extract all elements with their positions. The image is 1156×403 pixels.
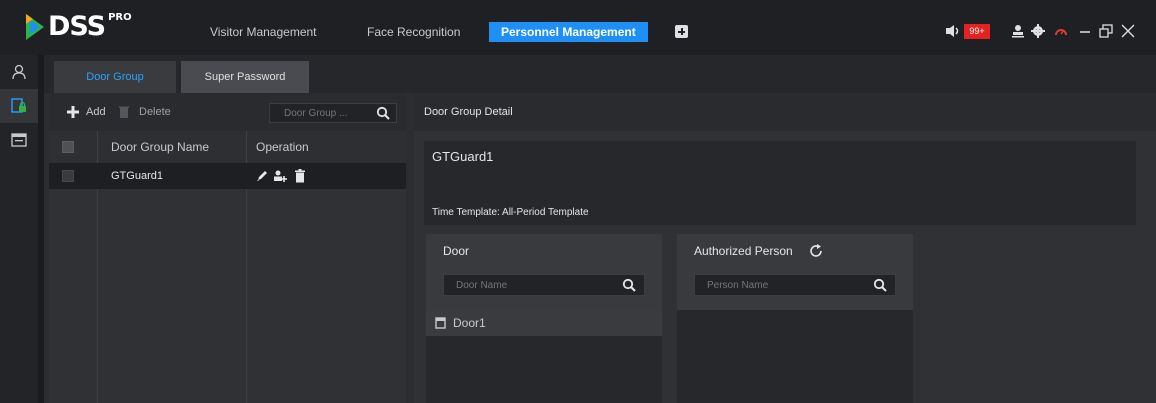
add-tab-icon[interactable] [675, 25, 688, 38]
person-icon [12, 64, 26, 80]
add-label: Add [86, 106, 106, 118]
left-rail [0, 55, 38, 403]
door-card-title: Door [443, 244, 470, 258]
nav-tab-personnel-management[interactable]: Personnel Management [489, 22, 648, 42]
notification-badge[interactable]: 99+ [964, 24, 990, 39]
person-search[interactable] [694, 274, 896, 296]
user-icon[interactable] [1010, 22, 1026, 40]
select-all-checkbox[interactable] [62, 141, 74, 153]
nav-tab-visitor-management[interactable]: Visitor Management [210, 22, 317, 42]
top-bar: DSS PRO Visitor Management Face Recognit… [0, 0, 1156, 55]
person-search-input[interactable] [695, 275, 865, 295]
app-logo: DSS PRO [24, 10, 132, 44]
delete-button[interactable]: Delete [119, 105, 171, 119]
search-icon[interactable] [873, 278, 887, 292]
detail-header-title: Door Group Detail [424, 106, 513, 118]
door-icon [435, 317, 446, 329]
rail-item-person[interactable] [0, 55, 38, 89]
close-icon[interactable] [1120, 22, 1136, 40]
detail-header: Door Group Detail [414, 93, 1156, 131]
restore-icon[interactable] [1098, 22, 1114, 40]
door-group-name-cell: GTGuard1 [111, 170, 163, 182]
delete-label: Delete [139, 106, 171, 118]
door-group-search-input[interactable] [270, 104, 370, 122]
rail-item-door-access[interactable] [0, 89, 38, 123]
door-search-input[interactable] [444, 275, 614, 295]
nav-tab-face-recognition[interactable]: Face Recognition [367, 22, 460, 42]
gear-icon[interactable] [1030, 22, 1046, 40]
tab-door-group[interactable]: Door Group [54, 61, 176, 93]
rail-divider [38, 55, 44, 403]
add-button[interactable]: Add [67, 105, 106, 119]
authorized-person-card: Authorized Person [677, 234, 913, 403]
row-checkbox[interactable] [62, 170, 74, 182]
door-group-detail: GTGuard1 Time Template: All-Period Templ… [414, 131, 1156, 403]
plus-icon [67, 106, 79, 118]
column-door-group-name: Door Group Name [111, 140, 210, 154]
list-toolbar: Add Delete [49, 93, 406, 131]
search-icon[interactable] [376, 106, 390, 120]
search-icon[interactable] [622, 278, 636, 292]
door-list-item[interactable]: Door1 [426, 310, 662, 336]
logo-superscript: PRO [108, 12, 132, 23]
table-row[interactable]: GTGuard1 [49, 163, 406, 189]
performance-gauge-icon[interactable] [1053, 22, 1069, 40]
door-search-area [426, 268, 662, 310]
tab-super-password[interactable]: Super Password [181, 61, 309, 93]
card-icon [11, 133, 27, 147]
minimize-icon[interactable] [1078, 22, 1092, 40]
refresh-icon[interactable] [808, 243, 824, 259]
logo-text: DSS [48, 11, 106, 42]
door-card: Door Door1 [426, 234, 662, 403]
sub-tab-bar: Door Group Super Password [44, 55, 1156, 93]
door-search[interactable] [443, 274, 645, 296]
authorized-person-card-title: Authorized Person [694, 244, 793, 258]
logo-icon [26, 14, 44, 40]
door-item-label: Door1 [453, 316, 486, 330]
door-group-list-panel: Add Delete Door Group Name Operation GTG… [49, 93, 406, 403]
add-person-icon[interactable] [273, 169, 287, 183]
delete-icon[interactable] [293, 169, 307, 183]
door-group-search[interactable] [269, 103, 397, 123]
group-info-box: GTGuard1 Time Template: All-Period Templ… [424, 141, 1136, 225]
door-lock-icon [11, 98, 26, 113]
trash-icon [119, 106, 129, 118]
rail-item-card[interactable] [0, 123, 38, 157]
door-card-header: Door [426, 234, 662, 268]
authorized-person-card-header: Authorized Person [677, 234, 913, 268]
time-template-label: Time Template: All-Period Template [432, 207, 589, 218]
group-name: GTGuard1 [432, 149, 494, 164]
edit-icon[interactable] [255, 169, 269, 183]
speaker-icon[interactable] [945, 22, 961, 40]
column-operation: Operation [256, 140, 309, 154]
person-search-area [677, 268, 913, 310]
table-header: Door Group Name Operation [49, 131, 406, 163]
